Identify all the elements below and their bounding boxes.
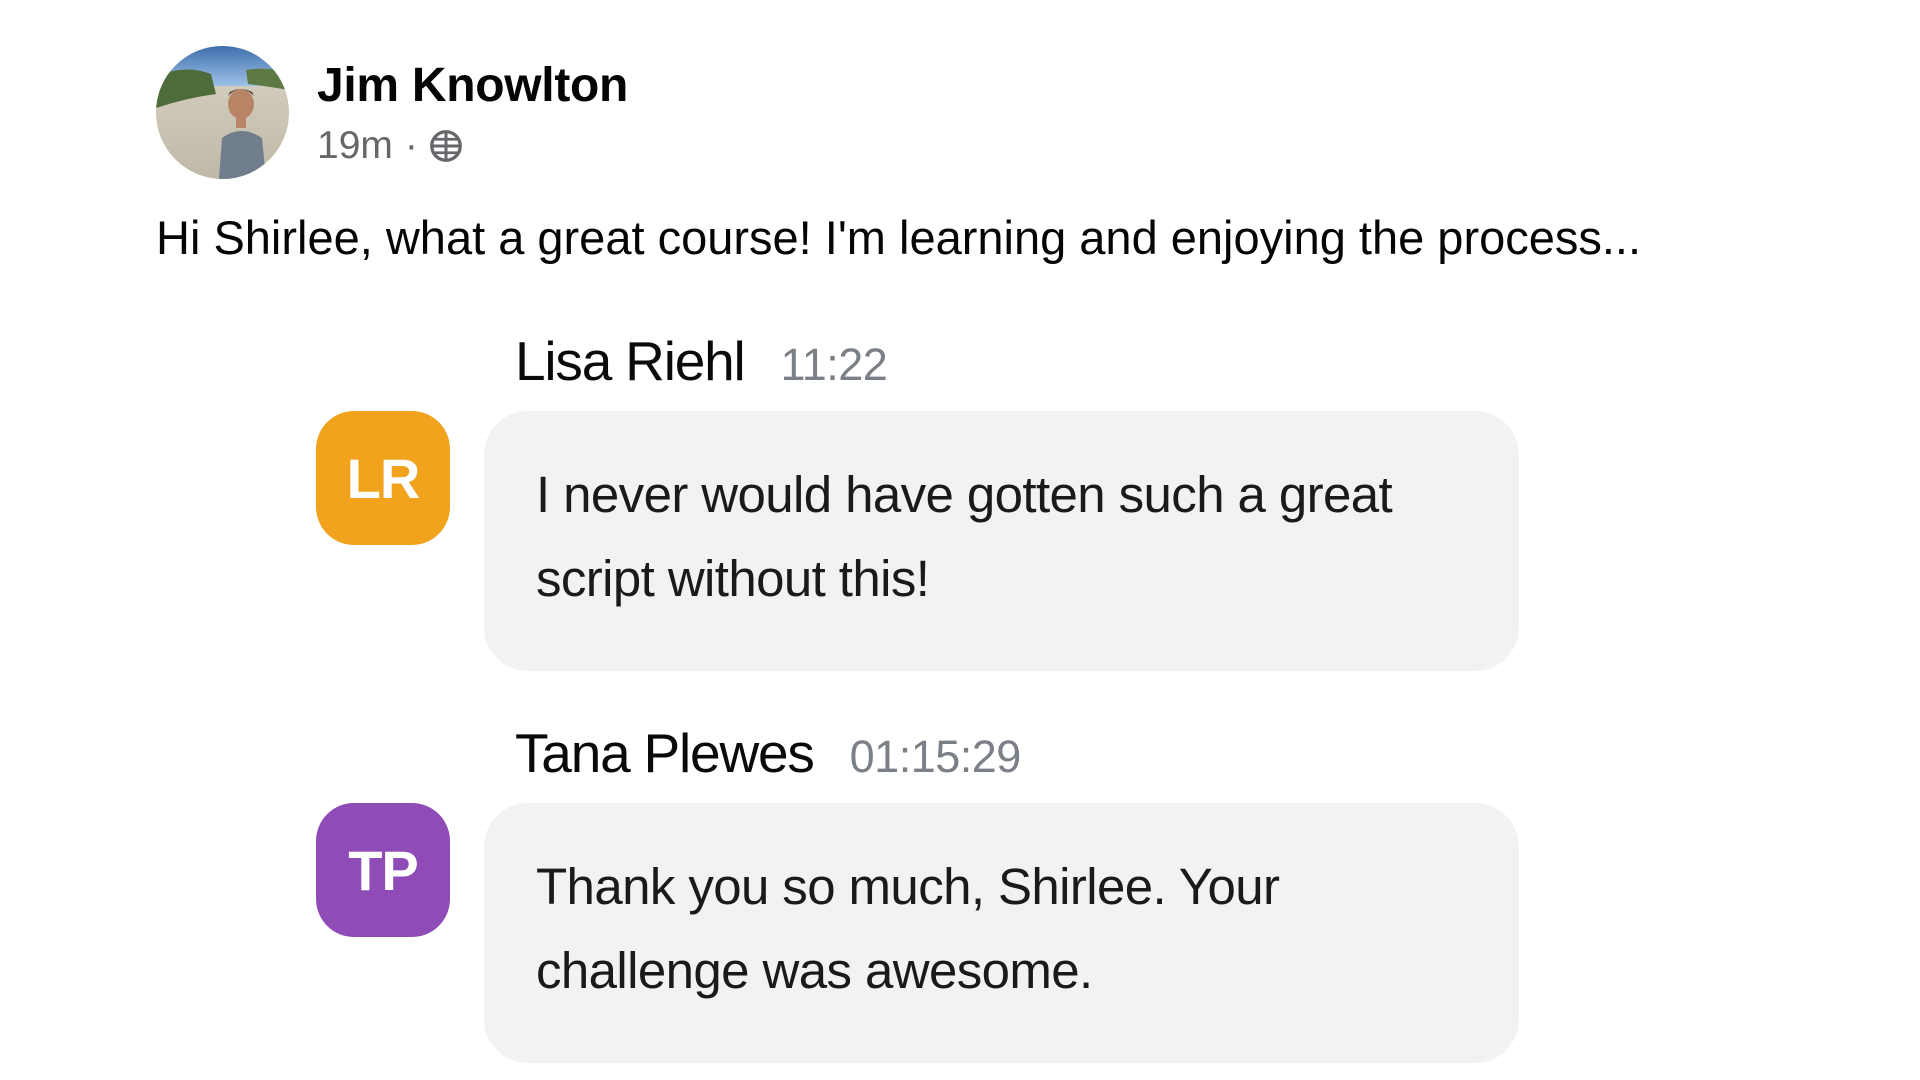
comment-bubble: Thank you so much, Shirlee. Your challen… — [484, 803, 1519, 1063]
commenter-avatar[interactable]: LR — [316, 411, 450, 545]
post-subline: 19m · — [317, 123, 628, 169]
post-header: Jim Knowlton 19m · — [156, 46, 628, 179]
globe-icon[interactable] — [428, 128, 464, 164]
comment-bubble: I never would have gotten such a great s… — [484, 411, 1519, 671]
author-avatar[interactable] — [156, 46, 289, 179]
comment-text: I never would have gotten such a great s… — [536, 466, 1393, 607]
comment-header: Lisa Riehl 11:22 — [515, 328, 888, 398]
comment-timestamp: 01:15:29 — [849, 731, 1022, 782]
separator-dot: · — [404, 123, 418, 167]
comment-header: Tana Plewes 01:15:29 — [515, 720, 1021, 790]
commenter-name[interactable]: Lisa Riehl — [515, 328, 746, 394]
comment-timestamp: 11:22 — [780, 339, 888, 390]
post-timestamp[interactable]: 19m — [317, 123, 393, 169]
post-body-text: Hi Shirlee, what a great course! I'm lea… — [156, 211, 1642, 264]
author-name[interactable]: Jim Knowlton — [317, 57, 628, 115]
avatar-initials: LR — [346, 446, 421, 510]
commenter-name[interactable]: Tana Plewes — [515, 720, 815, 786]
comment-text: Thank you so much, Shirlee. Your challen… — [536, 858, 1280, 999]
avatar-photo-image — [156, 46, 289, 179]
avatar-initials: TP — [348, 838, 419, 902]
commenter-avatar[interactable]: TP — [316, 803, 450, 937]
author-meta: Jim Knowlton 19m · — [317, 57, 628, 169]
